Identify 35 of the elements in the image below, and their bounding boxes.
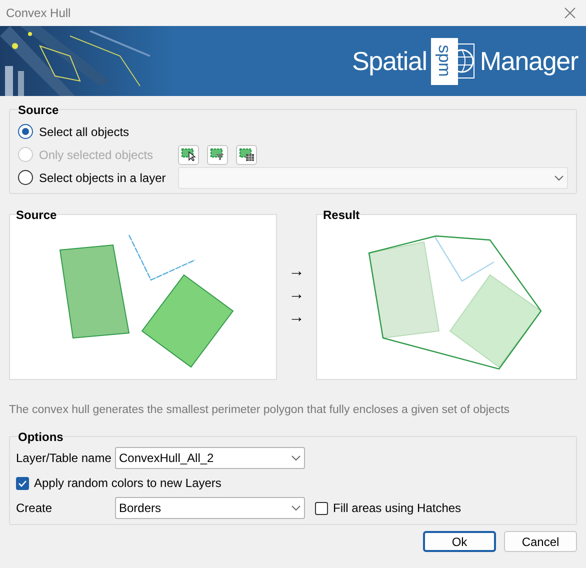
filter-selection-icon [210, 148, 225, 161]
checkbox-label: Apply random colors to new Layers [34, 475, 222, 492]
arrow-text: → [288, 308, 304, 328]
chevron-down-icon [554, 174, 564, 180]
arrow-text: → [288, 262, 304, 282]
panel-title: Source [16, 207, 57, 224]
chevron-down-icon [291, 505, 301, 512]
logo-mark: spm [430, 38, 476, 84]
description-text: The convex hull generates the smallest perimeter polygon that fully encloses a given set of objects [9, 403, 511, 418]
radio-button[interactable] [18, 124, 33, 139]
radio-button[interactable] [18, 170, 33, 185]
chevron-down-icon [291, 455, 301, 462]
select-objects-button[interactable] [178, 144, 199, 164]
layer-name-field[interactable]: ConvexHull_All_2 [115, 447, 305, 470]
ok-button[interactable]: Ok [423, 531, 496, 552]
logo-text: Spatial [352, 44, 427, 78]
cancel-button[interactable]: Cancel [504, 531, 577, 552]
create-dropdown[interactable]: Borders [115, 497, 305, 520]
arrow-text: → [288, 284, 304, 304]
panel-title: Result [323, 207, 360, 224]
field-label: Layer/Table name [16, 450, 112, 468]
table-selection-icon [239, 148, 254, 161]
radio-label: Select all objects [39, 124, 130, 140]
radio-label: Select objects in a layer [39, 170, 166, 186]
logo-text: Manager [480, 44, 578, 78]
checkbox[interactable] [315, 502, 328, 515]
window-title: Convex Hull [6, 5, 71, 22]
field-label: Create [16, 500, 54, 518]
filter-button[interactable] [207, 144, 228, 164]
radio-label: Only selected objects [39, 146, 154, 164]
checkbox[interactable] [16, 476, 29, 490]
checkbox-label: Fill areas using Hatches [333, 500, 462, 518]
cursor-selection-icon [181, 148, 196, 161]
close-icon[interactable] [564, 7, 576, 19]
table-button[interactable] [236, 144, 257, 164]
